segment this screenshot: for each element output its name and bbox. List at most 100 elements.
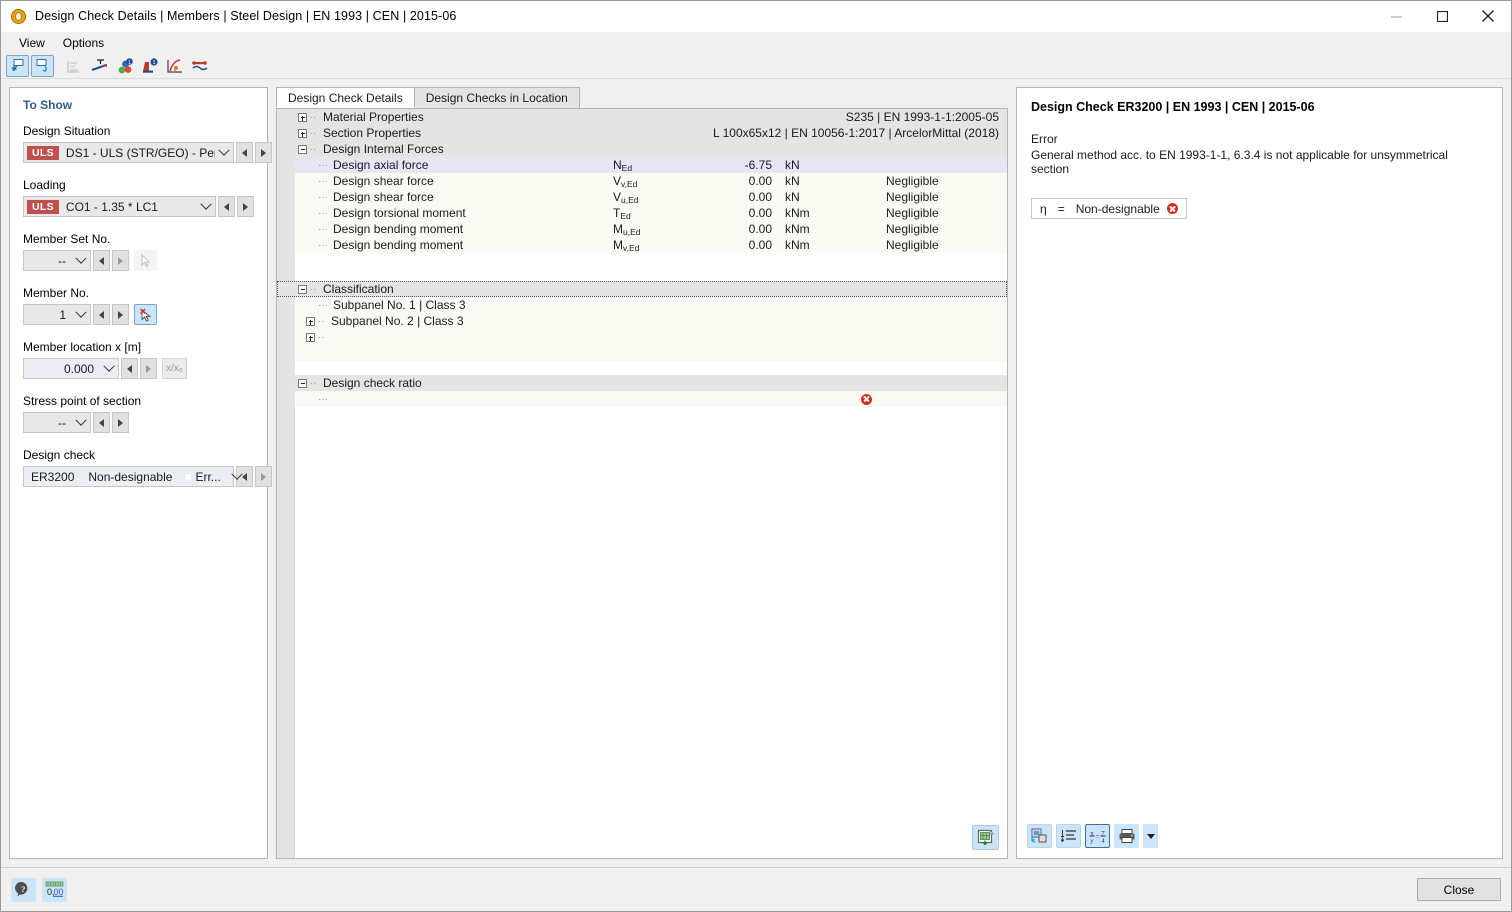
design-check-next-button[interactable] bbox=[255, 466, 272, 487]
row-label: Design check ratio bbox=[323, 376, 422, 390]
design-ratio-chart-icon[interactable]: 1 bbox=[113, 55, 136, 77]
member-set-no-next-button[interactable] bbox=[112, 250, 129, 271]
member-design-icon[interactable]: 1 bbox=[138, 55, 161, 77]
chevron-down-icon[interactable] bbox=[215, 149, 233, 157]
table-row[interactable]: ·· Design check ratio bbox=[277, 375, 1007, 391]
expand-icon[interactable] bbox=[306, 316, 315, 326]
menu-item-options[interactable]: Options bbox=[55, 34, 112, 52]
stress-point-next-button[interactable] bbox=[112, 412, 129, 433]
tab-strip: Design Check Details Design Checks in Lo… bbox=[276, 87, 1008, 108]
help-icon[interactable]: ? bbox=[11, 877, 36, 902]
member-no-next-button[interactable] bbox=[112, 304, 129, 325]
section-properties-icon[interactable] bbox=[88, 55, 111, 77]
info-panel-toolbar: x y = 7 4 bbox=[1027, 824, 1158, 848]
member-location-next-button[interactable] bbox=[140, 358, 157, 379]
loading-row: ULS CO1 - 1.35 * LC1 bbox=[23, 196, 254, 217]
export-picture-icon[interactable] bbox=[1027, 824, 1052, 848]
minimize-button[interactable] bbox=[1373, 1, 1419, 32]
error-icon bbox=[1166, 203, 1178, 214]
tree-rows: ·· Material Properties S235 | EN 1993-1-… bbox=[277, 109, 1007, 407]
stress-point-prev-button[interactable] bbox=[93, 412, 110, 433]
svg-text:4: 4 bbox=[1101, 838, 1105, 845]
table-row[interactable]: ··· Design axial force NEd -6.75 kN bbox=[277, 157, 1007, 173]
table-row[interactable]: ·· Subpanel No. 2 | Class 3 bbox=[277, 313, 1007, 329]
design-situation-prev-button[interactable] bbox=[236, 142, 253, 163]
table-row[interactable]: ·· bbox=[277, 329, 1007, 345]
chevron-down-icon[interactable] bbox=[197, 203, 215, 211]
design-situation-next-button[interactable] bbox=[255, 142, 272, 163]
table-row[interactable]: ·· Classification bbox=[277, 281, 1007, 297]
spacer-row bbox=[277, 361, 1007, 375]
next-result-icon[interactable] bbox=[31, 55, 54, 77]
row-label: Subpanel No. 2 | Class 3 bbox=[331, 314, 464, 328]
row-right-value: L 100x65x12 | EN 10056-1:2017 | ArcelorM… bbox=[713, 126, 999, 140]
main-content: To Show Design Situation ULS DS1 - ULS (… bbox=[1, 79, 1511, 867]
numbered-list-icon[interactable] bbox=[1056, 824, 1081, 848]
close-window-button[interactable] bbox=[1465, 1, 1511, 32]
collapse-icon[interactable] bbox=[298, 284, 307, 294]
row-value: 0.00 bbox=[748, 206, 772, 220]
relative-location-toggle-button[interactable]: x/x₀ bbox=[162, 358, 187, 379]
table-row[interactable]: ··· bbox=[277, 391, 1007, 407]
table-row[interactable]: ··· Design bending moment Mv,Ed 0.00 kNm… bbox=[277, 237, 1007, 253]
previous-result-icon[interactable] bbox=[6, 55, 29, 77]
to-show-panel: To Show Design Situation ULS DS1 - ULS (… bbox=[9, 87, 272, 859]
row-label: Design bending moment bbox=[333, 222, 464, 236]
member-location-prev-button[interactable] bbox=[121, 358, 138, 379]
eta-symbol: η bbox=[1040, 201, 1047, 216]
collapse-icon[interactable] bbox=[298, 378, 307, 388]
decimal-places-icon[interactable]: 0, 00 bbox=[42, 877, 67, 902]
row-right-value: S235 | EN 1993-1-1:2005-05 bbox=[845, 110, 999, 124]
close-button[interactable]: Close bbox=[1417, 878, 1501, 901]
table-row[interactable]: ·· Material Properties S235 | EN 1993-1-… bbox=[277, 109, 1007, 125]
stress-point-combobox[interactable]: -- bbox=[23, 412, 91, 433]
table-row[interactable]: ··· Subpanel No. 1 | Class 3 bbox=[277, 297, 1007, 313]
row-unit: kN bbox=[785, 174, 800, 188]
menu-item-view[interactable]: View bbox=[11, 34, 53, 52]
error-heading: Error bbox=[1031, 132, 1058, 146]
error-message: General method acc. to EN 1993-1-1, 6.3.… bbox=[1031, 148, 1448, 176]
member-no-combobox[interactable]: 1 bbox=[23, 304, 91, 325]
tab-design-check-details[interactable]: Design Check Details bbox=[276, 87, 415, 108]
stress-point-row: -- bbox=[23, 412, 254, 433]
chevron-down-icon[interactable] bbox=[100, 365, 118, 373]
table-row[interactable]: ··· Design bending moment Mu,Ed 0.00 kNm… bbox=[277, 221, 1007, 237]
formula-display-icon[interactable]: x y = 7 4 bbox=[1085, 824, 1110, 848]
chevron-down-icon[interactable] bbox=[72, 311, 90, 319]
member-set-no-prev-button[interactable] bbox=[93, 250, 110, 271]
member-set-pick-icon[interactable] bbox=[134, 250, 157, 271]
chevron-down-icon[interactable] bbox=[72, 257, 90, 265]
tab-design-checks-in-location[interactable]: Design Checks in Location bbox=[413, 87, 580, 108]
svg-text:y: y bbox=[1090, 838, 1094, 845]
member-location-combobox[interactable]: 0.000 bbox=[23, 358, 119, 379]
print-icon[interactable] bbox=[1114, 824, 1139, 848]
expand-icon[interactable] bbox=[298, 112, 307, 122]
row-label: Classification bbox=[323, 282, 394, 296]
svg-text:00: 00 bbox=[54, 887, 64, 897]
stress-diagram-icon[interactable] bbox=[163, 55, 186, 77]
row-unit: kN bbox=[785, 190, 800, 204]
member-set-no-combobox[interactable]: -- bbox=[23, 250, 91, 271]
loading-next-button[interactable] bbox=[237, 196, 254, 217]
table-row[interactable]: ·· Section Properties L 100x65x12 | EN 1… bbox=[277, 125, 1007, 141]
member-pick-icon[interactable] bbox=[134, 304, 157, 325]
table-row[interactable]: ··· Design torsional moment TEd 0.00 kNm… bbox=[277, 205, 1007, 221]
export-to-spreadsheet-icon[interactable] bbox=[972, 825, 999, 850]
loading-combobox[interactable]: ULS CO1 - 1.35 * LC1 bbox=[23, 196, 216, 217]
table-row[interactable]: ··· Design shear force Vu,Ed 0.00 kN Neg… bbox=[277, 189, 1007, 205]
design-check-combobox[interactable]: ER3200 Non-designable Err... bbox=[23, 466, 234, 487]
loading-prev-button[interactable] bbox=[218, 196, 235, 217]
eta-equals: = bbox=[1057, 201, 1065, 216]
maximize-button[interactable] bbox=[1419, 1, 1465, 32]
expand-icon[interactable] bbox=[306, 332, 315, 342]
member-no-prev-button[interactable] bbox=[93, 304, 110, 325]
table-row[interactable]: ··· Design shear force Vv,Ed 0.00 kN Neg… bbox=[277, 173, 1007, 189]
table-row[interactable]: ·· Design Internal Forces bbox=[277, 141, 1007, 157]
print-dropdown-caret[interactable] bbox=[1143, 824, 1158, 848]
chevron-down-icon[interactable] bbox=[72, 419, 90, 427]
row-label: Design Internal Forces bbox=[323, 142, 444, 156]
collapse-icon[interactable] bbox=[298, 144, 307, 154]
expand-icon[interactable] bbox=[298, 128, 307, 138]
design-situation-combobox[interactable]: ULS DS1 - ULS (STR/GEO) - Perm... bbox=[23, 142, 234, 163]
result-diagram-icon[interactable] bbox=[188, 55, 211, 77]
